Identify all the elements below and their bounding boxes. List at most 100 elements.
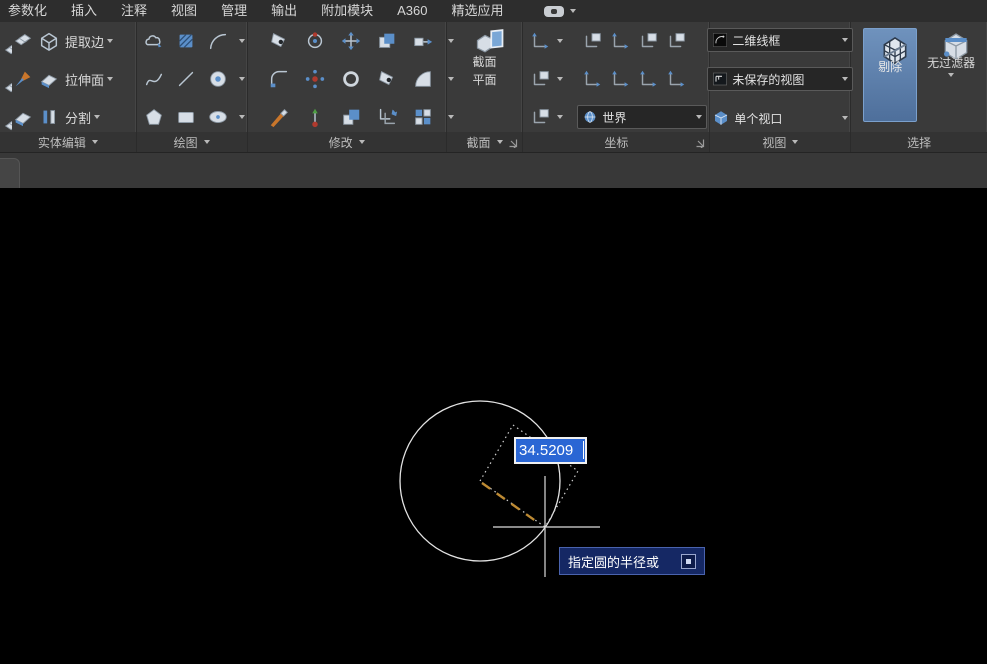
- rectangle-icon[interactable]: [175, 106, 197, 128]
- no-filter-cube-icon: [940, 30, 962, 52]
- chevron-down-icon[interactable]: [107, 77, 113, 81]
- shell-icon[interactable]: [12, 106, 34, 128]
- stretch-icon[interactable]: [412, 30, 434, 52]
- chevron-down-icon[interactable]: [239, 39, 245, 43]
- panel-title-draw[interactable]: 绘图: [137, 132, 247, 152]
- selection-filter-button[interactable]: 无过滤器: [927, 28, 975, 77]
- arc-icon[interactable]: [207, 30, 229, 52]
- interference-icon[interactable]: [12, 30, 34, 52]
- polar-array-icon[interactable]: [304, 68, 326, 90]
- chevron-down-icon[interactable]: [557, 39, 563, 43]
- dynamic-prompt-more-icon[interactable]: [681, 554, 696, 569]
- dialog-launcher-icon[interactable]: [508, 137, 518, 147]
- file-tab-stub[interactable]: [0, 158, 20, 191]
- drawing-canvas[interactable]: [0, 188, 987, 664]
- ucs-origin-icon[interactable]: [529, 106, 551, 128]
- extract-edges-label[interactable]: 提取边: [65, 32, 104, 51]
- fillet-icon[interactable]: [268, 68, 290, 90]
- separate-icon[interactable]: [38, 106, 60, 128]
- chevron-down-icon[interactable]: [107, 39, 113, 43]
- named-view-dropdown[interactable]: 未保存的视图: [707, 67, 853, 91]
- ucs-named-icon[interactable]: [529, 68, 551, 90]
- ucs-object-icon[interactable]: [637, 30, 659, 52]
- chevron-down-icon[interactable]: [239, 77, 245, 81]
- ucs-world-icon[interactable]: [581, 30, 603, 52]
- ucs-face-icon[interactable]: [665, 30, 687, 52]
- polygon-icon[interactable]: [143, 106, 165, 128]
- offset-icon[interactable]: [376, 106, 398, 128]
- panel-title-selection[interactable]: 选择: [851, 132, 987, 152]
- ucs-origin-move-icon[interactable]: [665, 68, 687, 90]
- subtract-icon[interactable]: [2, 59, 12, 99]
- prompt-text: 指定圆的半径或: [568, 552, 659, 571]
- union-icon[interactable]: [2, 21, 12, 61]
- ellipse-icon[interactable]: [207, 106, 229, 128]
- autocad-window: 参数化 插入 注释 视图 管理 输出 附加模块 A360 精选应用 提取边: [0, 0, 987, 664]
- extrude-faces-icon[interactable]: [38, 68, 60, 90]
- rotate-gizmo-icon[interactable]: [304, 30, 326, 52]
- extrude-faces-label[interactable]: 拉伸面: [65, 70, 104, 89]
- chevron-down-icon[interactable]: [557, 115, 563, 119]
- culling-toggle-button[interactable]: 剔除: [863, 28, 917, 122]
- fillet-edge-icon[interactable]: [12, 68, 34, 90]
- ucs-previous-icon[interactable]: [609, 30, 631, 52]
- chevron-down-icon: [792, 140, 798, 144]
- panel-draw: 绘图: [137, 22, 248, 152]
- erase-icon[interactable]: [268, 30, 290, 52]
- chevron-down-icon[interactable]: [557, 77, 563, 81]
- circle-icon[interactable]: [207, 68, 229, 90]
- chevron-down-icon: [497, 140, 503, 144]
- ucs-view-icon[interactable]: [637, 68, 659, 90]
- tab-view[interactable]: 视图: [159, 0, 209, 22]
- spline-icon[interactable]: [143, 68, 165, 90]
- panel-title-section[interactable]: 截面: [447, 132, 523, 152]
- panel-title-modify[interactable]: 修改: [248, 132, 446, 152]
- tab-a360[interactable]: A360: [385, 0, 439, 22]
- visual-style-dropdown[interactable]: 二维线框: [707, 28, 853, 52]
- ribbon-display-toggle[interactable]: [544, 6, 576, 17]
- tab-featured-apps[interactable]: 精选应用: [439, 0, 515, 22]
- line-icon[interactable]: [175, 68, 197, 90]
- separate-label[interactable]: 分割: [65, 108, 91, 127]
- dialog-launcher-icon[interactable]: [695, 137, 705, 147]
- chevron-down-icon: [842, 77, 848, 81]
- tab-parametric[interactable]: 参数化: [0, 0, 59, 22]
- canvas-graphics: [0, 188, 987, 664]
- revision-cloud-icon[interactable]: [143, 30, 165, 52]
- section-plane-icon: [473, 28, 495, 50]
- chevron-down-icon: [92, 140, 98, 144]
- trim-icon[interactable]: [376, 68, 398, 90]
- rotate-icon[interactable]: [340, 68, 362, 90]
- tab-output[interactable]: 输出: [259, 0, 309, 22]
- panel-title-view[interactable]: 视图: [710, 132, 850, 152]
- named-view-icon: [712, 71, 728, 87]
- ucs-3point-icon[interactable]: [609, 68, 631, 90]
- section-plane-button[interactable]: 截面 平面: [468, 26, 500, 92]
- match-properties-icon[interactable]: [268, 106, 290, 128]
- move-icon[interactable]: [340, 30, 362, 52]
- align-icon[interactable]: [304, 106, 326, 128]
- tab-annotate[interactable]: 注释: [109, 0, 159, 22]
- ucs-selector-dropdown[interactable]: 世界: [577, 105, 707, 129]
- panel-title-coordinates[interactable]: 坐标: [523, 132, 709, 152]
- extract-edges-icon[interactable]: [38, 30, 60, 52]
- ucs-z-axis-icon[interactable]: [581, 68, 603, 90]
- tab-insert[interactable]: 插入: [59, 0, 109, 22]
- panel-title-solid-editing[interactable]: 实体编辑: [0, 132, 136, 152]
- chevron-down-icon: [948, 73, 954, 77]
- tab-addins[interactable]: 附加模块: [309, 0, 385, 22]
- chevron-down-icon[interactable]: [570, 9, 576, 13]
- chevron-down-icon[interactable]: [94, 115, 100, 119]
- chevron-down-icon: [696, 115, 702, 119]
- rect-array-icon[interactable]: [412, 106, 434, 128]
- chamfer-icon[interactable]: [412, 68, 434, 90]
- viewport-configuration-button[interactable]: 单个视口: [707, 106, 853, 130]
- copy-icon[interactable]: [376, 30, 398, 52]
- hatch-icon[interactable]: [175, 30, 197, 52]
- dynamic-input-field[interactable]: 34.5209: [514, 437, 587, 464]
- ucs-icon[interactable]: [529, 30, 551, 52]
- chevron-down-icon[interactable]: [239, 115, 245, 119]
- tab-manage[interactable]: 管理: [209, 0, 259, 22]
- scale-icon[interactable]: [340, 106, 362, 128]
- intersect-icon[interactable]: [2, 97, 12, 137]
